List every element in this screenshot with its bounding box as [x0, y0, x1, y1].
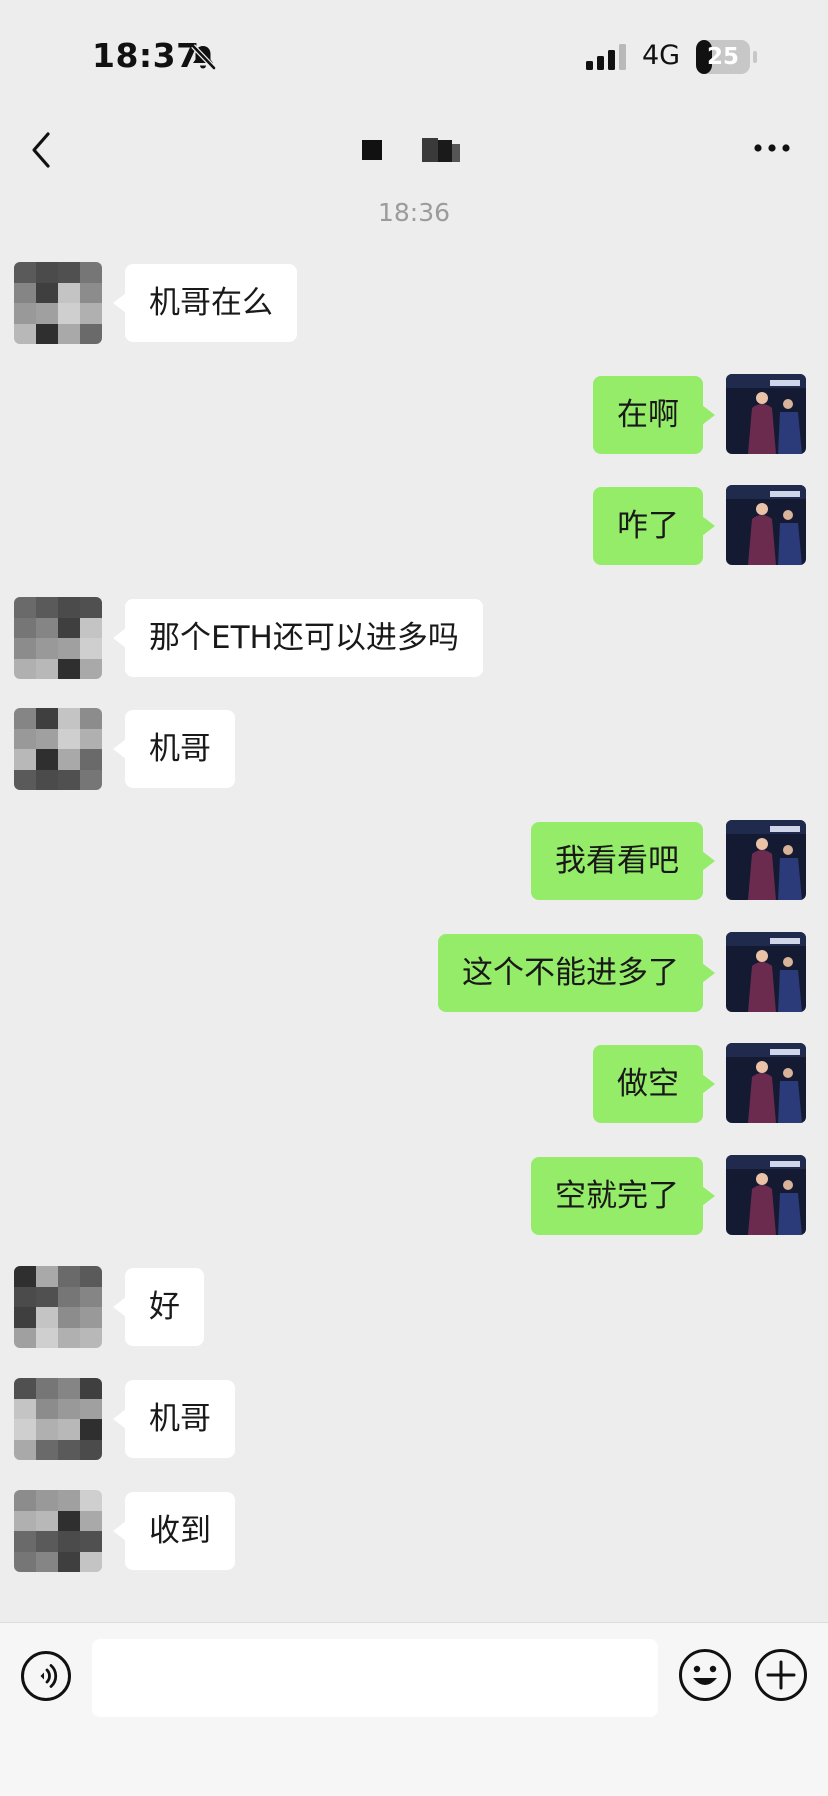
contact-avatar[interactable]: [14, 708, 102, 790]
my-avatar[interactable]: [726, 932, 806, 1012]
time-separator: 18:36: [377, 198, 451, 227]
photo-avatar-image: [726, 1155, 806, 1235]
message-input[interactable]: [92, 1639, 658, 1717]
message-bubble[interactable]: 好: [113, 1268, 204, 1346]
sent-message: 在啊: [0, 374, 828, 454]
my-avatar[interactable]: [726, 374, 806, 454]
photo-avatar-image: [726, 485, 806, 565]
photo-avatar-image: [726, 932, 806, 1012]
photo-avatar-image: [726, 374, 806, 454]
pixelated-avatar-image: [14, 1266, 102, 1348]
contact-avatar[interactable]: [14, 597, 102, 679]
battery-level: 25: [706, 44, 739, 70]
ellipsis-icon[interactable]: [752, 140, 792, 156]
emoji-icon[interactable]: [678, 1648, 732, 1702]
pixelated-avatar-image: [14, 597, 102, 679]
photo-avatar-image: [726, 820, 806, 900]
my-avatar[interactable]: [726, 820, 806, 900]
received-message: 机哥在么: [0, 262, 828, 344]
signal-bars-icon: [586, 44, 626, 70]
contact-avatar[interactable]: [14, 1266, 102, 1348]
photo-avatar-image: [726, 1043, 806, 1123]
chat-header: [0, 110, 828, 190]
received-message: 机哥: [0, 1378, 828, 1460]
sent-message: 做空: [0, 1043, 828, 1123]
message-bubble[interactable]: 在啊: [593, 376, 715, 454]
input-bar: [0, 1622, 828, 1796]
status-time: 18:37: [92, 36, 200, 75]
message-bubble[interactable]: 机哥: [113, 1380, 235, 1458]
chevron-left-icon[interactable]: [28, 130, 56, 170]
message-bubble[interactable]: 那个ETH还可以进多吗: [113, 599, 483, 677]
contact-avatar[interactable]: [14, 1490, 102, 1572]
received-message: 好: [0, 1266, 828, 1348]
pixelated-avatar-image: [14, 1490, 102, 1572]
chat-title-redacted: [362, 138, 460, 162]
pixelated-avatar-image: [14, 262, 102, 344]
sent-message: 这个不能进多了: [0, 932, 828, 1012]
message-bubble[interactable]: 收到: [113, 1492, 235, 1570]
sent-message: 空就完了: [0, 1155, 828, 1235]
status-bar: 18:37 4G 25: [0, 0, 828, 110]
message-bubble[interactable]: 机哥: [113, 710, 235, 788]
sent-message: 我看看吧: [0, 820, 828, 900]
my-avatar[interactable]: [726, 1155, 806, 1235]
received-message: 机哥: [0, 708, 828, 790]
message-bubble[interactable]: 咋了: [593, 487, 715, 565]
message-bubble[interactable]: 空就完了: [531, 1157, 715, 1235]
received-message: 那个ETH还可以进多吗: [0, 597, 828, 679]
sent-message: 咋了: [0, 485, 828, 565]
my-avatar[interactable]: [726, 1043, 806, 1123]
pixelated-avatar-image: [14, 708, 102, 790]
message-bubble[interactable]: 我看看吧: [531, 822, 715, 900]
received-message: 收到: [0, 1490, 828, 1572]
message-bubble[interactable]: 这个不能进多了: [438, 934, 715, 1012]
voice-icon[interactable]: [20, 1650, 72, 1702]
message-bubble[interactable]: 机哥在么: [113, 264, 297, 342]
bell-slash-icon: [191, 44, 216, 70]
contact-avatar[interactable]: [14, 262, 102, 344]
plus-icon[interactable]: [754, 1648, 808, 1702]
message-bubble[interactable]: 做空: [593, 1045, 715, 1123]
pixelated-avatar-image: [14, 1378, 102, 1460]
network-type: 4G: [642, 40, 681, 71]
my-avatar[interactable]: [726, 485, 806, 565]
contact-avatar[interactable]: [14, 1378, 102, 1460]
